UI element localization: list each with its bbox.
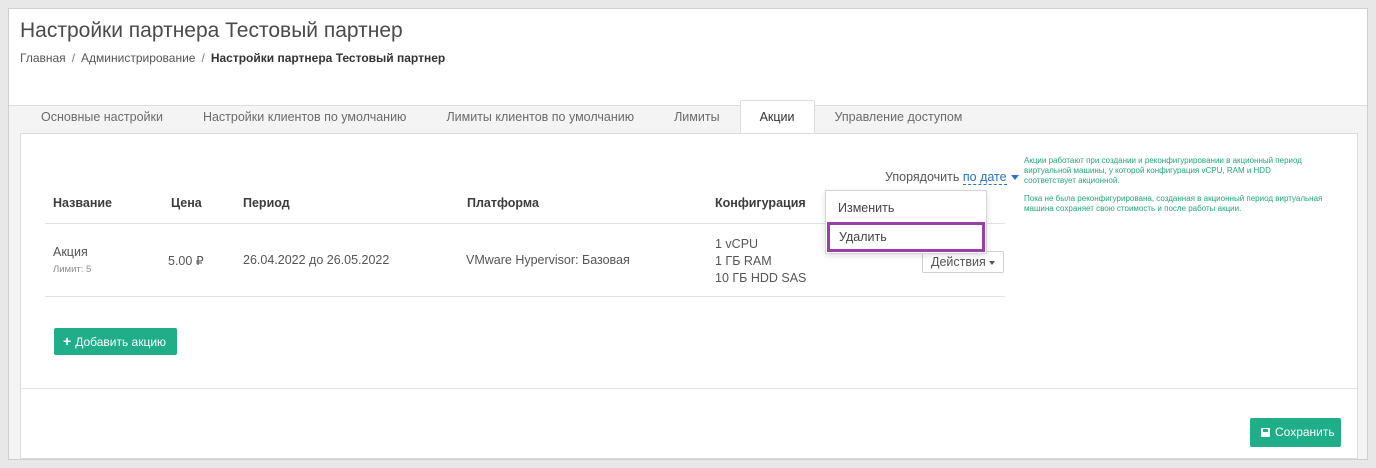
tab-access-management[interactable]: Управление доступом xyxy=(815,100,983,133)
config-disk: 10 ГБ HDD SAS xyxy=(715,271,807,285)
column-header-price: Цена xyxy=(171,196,202,210)
config-cpu: 1 vCPU xyxy=(715,237,759,251)
tab-default-client-settings[interactable]: Настройки клиентов по умолчанию xyxy=(183,100,426,133)
page-container: Настройки партнера Тестовый партнер Глав… xyxy=(8,8,1368,460)
tab-limits[interactable]: Лимиты xyxy=(654,100,739,133)
tab-default-client-limits[interactable]: Лимиты клиентов по умолчанию xyxy=(426,100,654,133)
floppy-disk-icon xyxy=(1261,428,1270,437)
settings-tabs: Основные настройки Настройки клиентов по… xyxy=(21,100,982,133)
config-ram: 1 ГБ RAM xyxy=(715,254,772,268)
breadcrumb-home[interactable]: Главная xyxy=(20,51,66,65)
column-header-configuration: Конфигурация xyxy=(715,196,806,210)
column-header-platform: Платформа xyxy=(467,196,539,210)
add-promo-label: Добавить акцию xyxy=(75,335,167,349)
tab-promotions[interactable]: Акции xyxy=(739,100,815,133)
delete-menu-item[interactable]: Удалить xyxy=(827,222,985,252)
plus-icon: + xyxy=(63,333,72,349)
actions-dropdown-menu: Изменить Удалить xyxy=(825,190,987,254)
edit-menu-item[interactable]: Изменить xyxy=(826,193,986,223)
breadcrumb-current: Настройки партнера Тестовый партнер xyxy=(210,51,446,65)
promo-price: 5.00 ₽ xyxy=(168,254,204,268)
info-paragraph: Пока не была реконфигурирована, созданна… xyxy=(1024,194,1323,213)
column-header-name: Название xyxy=(53,196,113,210)
save-button[interactable]: Сохранить xyxy=(1250,418,1341,447)
promotions-info: Акции работают при создании и реконфигур… xyxy=(1024,156,1324,222)
breadcrumb: Главная / Администрирование / Настройки парт… xyxy=(20,51,445,65)
promo-name: Акция xyxy=(53,245,88,259)
save-label: Сохранить xyxy=(1275,425,1335,439)
add-promo-button[interactable]: + Добавить акцию xyxy=(54,328,177,355)
page-title: Настройки партнера Тестовый партнер xyxy=(20,19,403,42)
promo-platform: VMware Hypervisor: Базовая xyxy=(466,253,630,267)
promotions-panel: Упорядочить по дате Название Цена Период… xyxy=(20,133,1358,459)
info-paragraph: Акции работают при создании и реконфигур… xyxy=(1024,156,1302,185)
breadcrumb-separator: / xyxy=(71,51,76,65)
actions-label: Действия xyxy=(931,255,986,269)
tab-main-settings[interactable]: Основные настройки xyxy=(21,100,183,133)
promo-configuration: 1 vCPU 1 ГБ RAM 10 ГБ HDD SAS xyxy=(715,236,806,287)
breadcrumb-separator: / xyxy=(201,51,205,65)
caret-down-icon xyxy=(988,260,995,265)
caret-down-icon[interactable] xyxy=(1010,175,1019,181)
promo-limit: Лимит: 5 xyxy=(53,264,92,275)
page-header: Настройки партнера Тестовый партнер Глав… xyxy=(9,9,1367,106)
actions-button[interactable]: Действия xyxy=(922,251,1004,273)
promo-period: 26.04.2022 до 26.05.2022 xyxy=(243,253,390,267)
breadcrumb-admin[interactable]: Администрирование xyxy=(81,51,195,65)
column-header-period: Период xyxy=(243,196,290,210)
divider xyxy=(21,388,1357,389)
